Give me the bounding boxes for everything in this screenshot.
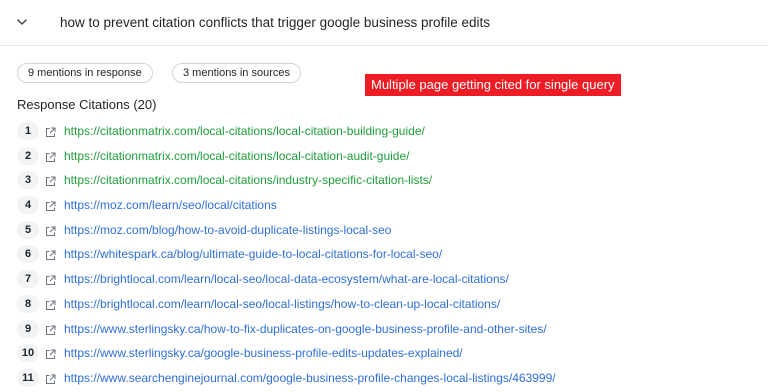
external-link-icon[interactable]	[45, 224, 56, 236]
citation-number: 1	[17, 122, 39, 140]
citation-link[interactable]: https://citationmatrix.com/local-citatio…	[64, 148, 409, 164]
citation-number: 5	[17, 220, 39, 239]
external-link-icon[interactable]	[45, 347, 56, 360]
response-citations-title: Response Citations (20)	[17, 97, 157, 112]
citation-row: 6 https://whitespark.ca/blog/ultimate-gui…	[0, 242, 768, 267]
annotation-label: Multiple page getting cited for single q…	[365, 74, 621, 96]
citation-link[interactable]: https://citationmatrix.com/local-citatio…	[64, 172, 432, 188]
citation-link[interactable]: https://moz.com/learn/seo/local/citation…	[64, 197, 277, 213]
citation-row: 5 https://moz.com/blog/how-to-avoid-dupli…	[0, 218, 768, 243]
query-text: how to prevent citation conflicts that t…	[60, 15, 490, 30]
query-header[interactable]: how to prevent citation conflicts that t…	[0, 0, 768, 46]
citation-row: 8 https://brightlocal.com/learn/local-seo…	[0, 292, 768, 317]
citation-row: 4 https://moz.com/learn/seo/local/citatio…	[0, 193, 768, 218]
citation-link[interactable]: https://www.sterlingsky.ca/google-busine…	[64, 345, 463, 361]
citation-row: 1 https://citationmatrix.com/local-citati…	[0, 119, 768, 144]
citation-row: 3 https://citationmatrix.com/local-citati…	[0, 168, 768, 193]
citation-link[interactable]: https://moz.com/blog/how-to-avoid-duplic…	[64, 222, 391, 238]
citation-number: 10	[17, 344, 39, 363]
citation-number: 7	[17, 270, 39, 289]
citation-link[interactable]: https://www.sterlingsky.ca/how-to-fix-du…	[64, 321, 547, 337]
citation-list: 1 https://citationmatrix.com/local-citati…	[0, 119, 768, 391]
citation-link[interactable]: https://brightlocal.com/learn/local-seo/…	[64, 296, 500, 312]
citation-link[interactable]: https://brightlocal.com/learn/local-seo/…	[64, 271, 509, 287]
mentions-in-response-badge: 9 mentions in response	[17, 63, 153, 83]
citation-number: 2	[17, 146, 39, 165]
external-link-icon[interactable]	[45, 248, 56, 261]
citation-row: 7 https://brightlocal.com/learn/local-seo…	[0, 267, 768, 292]
citation-number: 4	[17, 196, 39, 215]
external-link-icon[interactable]	[45, 199, 56, 212]
citation-link[interactable]: https://whitespark.ca/blog/ultimate-guid…	[64, 246, 442, 262]
mentions-in-sources-badge: 3 mentions in sources	[172, 63, 301, 83]
citation-link[interactable]: https://www.searchenginejournal.com/goog…	[64, 370, 556, 386]
citation-link[interactable]: https://citationmatrix.com/local-citatio…	[64, 123, 425, 139]
citation-row: 11 https://www.searchenginejournal.com/go…	[0, 366, 768, 391]
citation-number: 9	[17, 319, 39, 338]
chevron-down-icon[interactable]	[14, 14, 30, 30]
citation-number: 11	[17, 368, 39, 387]
citation-number: 8	[17, 294, 39, 313]
citation-number: 6	[17, 245, 39, 264]
external-link-icon[interactable]	[45, 150, 56, 162]
citation-row: 2 https://citationmatrix.com/local-citati…	[0, 144, 768, 169]
external-link-icon[interactable]	[45, 372, 56, 384]
citation-number: 3	[17, 171, 39, 190]
external-link-icon[interactable]	[45, 298, 56, 310]
external-link-icon[interactable]	[45, 323, 56, 335]
citation-row: 9 https://www.sterlingsky.ca/how-to-fix-d…	[0, 317, 768, 342]
citation-row: 10 https://www.sterlingsky.ca/google-busi…	[0, 341, 768, 366]
external-link-icon[interactable]	[45, 273, 56, 286]
external-link-icon[interactable]	[45, 125, 56, 137]
external-link-icon[interactable]	[45, 174, 56, 187]
